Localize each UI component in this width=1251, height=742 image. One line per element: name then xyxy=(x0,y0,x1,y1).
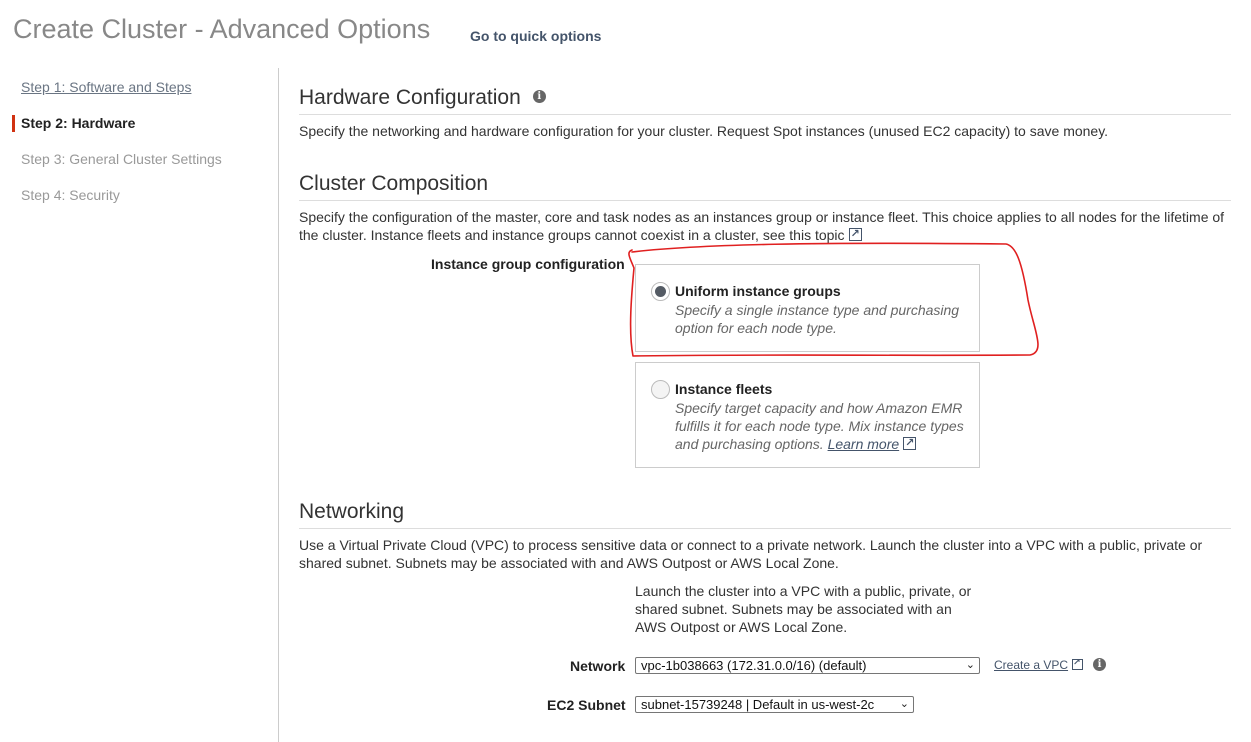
chevron-down-icon: ⌄ xyxy=(965,659,975,671)
networking-heading: Networking xyxy=(299,500,1231,529)
option-description: Specify a single instance type and purch… xyxy=(675,302,960,336)
hardware-configuration-heading: Hardware Configuration i xyxy=(299,86,1231,115)
external-link-icon xyxy=(1072,657,1084,670)
chevron-down-icon: ⌄ xyxy=(899,698,909,710)
info-icon[interactable]: i xyxy=(1093,658,1106,671)
option-title: Instance fleets xyxy=(675,381,773,397)
external-link-icon xyxy=(848,225,862,243)
composition-description-text: Specify the configuration of the master,… xyxy=(299,209,1225,243)
create-vpc-label: Create a VPC xyxy=(994,658,1069,672)
info-icon[interactable]: i xyxy=(532,89,546,103)
see-this-topic-label: see this topic xyxy=(762,227,845,243)
network-select[interactable]: vpc-1b038663 (172.31.0.0/16) (default) ⌄ xyxy=(635,657,980,674)
sidebar-step-security: Step 4: Security xyxy=(21,187,120,203)
learn-more-link[interactable]: Learn more xyxy=(828,436,900,452)
instance-fleets-description-text: Specify target capacity and how Amazon E… xyxy=(675,400,964,452)
see-this-topic-link[interactable]: see this topic xyxy=(762,225,862,243)
active-step-marker xyxy=(12,115,15,132)
instance-fleets-radio[interactable] xyxy=(651,380,670,399)
instance-fleets-option[interactable]: Instance fleets Specify target capacity … xyxy=(635,362,980,468)
option-title: Uniform instance groups xyxy=(675,283,841,299)
external-link-icon xyxy=(903,434,917,452)
cluster-composition-description: Specify the configuration of the master,… xyxy=(299,208,1231,244)
option-description: Specify target capacity and how Amazon E… xyxy=(675,399,975,453)
ec2-subnet-label: EC2 Subnet xyxy=(547,697,626,713)
create-vpc-link[interactable]: Create a VPC xyxy=(994,657,1084,672)
ec2-subnet-select[interactable]: subnet-15739248 | Default in us-west-2c … xyxy=(635,696,914,713)
wizard-sidebar: Step 1: Software and Steps Step 2: Hardw… xyxy=(0,68,279,742)
vpc-note: Launch the cluster into a VPC with a pub… xyxy=(635,583,972,635)
sidebar-step-general-settings: Step 3: General Cluster Settings xyxy=(21,151,222,167)
network-select-value: vpc-1b038663 (172.31.0.0/16) (default) xyxy=(641,658,867,673)
hardware-configuration-title: Hardware Configuration xyxy=(299,86,521,109)
network-label: Network xyxy=(570,658,626,674)
networking-description: Use a Virtual Private Cloud (VPC) to pro… xyxy=(299,537,1203,571)
instance-group-configuration-label: Instance group configuration xyxy=(431,256,625,272)
page-title: Create Cluster - Advanced Options xyxy=(13,14,431,44)
uniform-instance-groups-radio[interactable] xyxy=(651,282,670,301)
sidebar-step-hardware: Step 2: Hardware xyxy=(21,115,136,131)
sidebar-step-software[interactable]: Step 1: Software and Steps xyxy=(21,79,191,95)
ec2-subnet-select-value: subnet-15739248 | Default in us-west-2c xyxy=(641,697,875,712)
hardware-description: Specify the networking and hardware conf… xyxy=(299,123,1109,139)
cluster-composition-heading: Cluster Composition xyxy=(299,172,1231,201)
go-to-quick-options-link[interactable]: Go to quick options xyxy=(470,28,601,44)
uniform-instance-groups-option[interactable]: Uniform instance groups Specify a single… xyxy=(635,264,980,352)
